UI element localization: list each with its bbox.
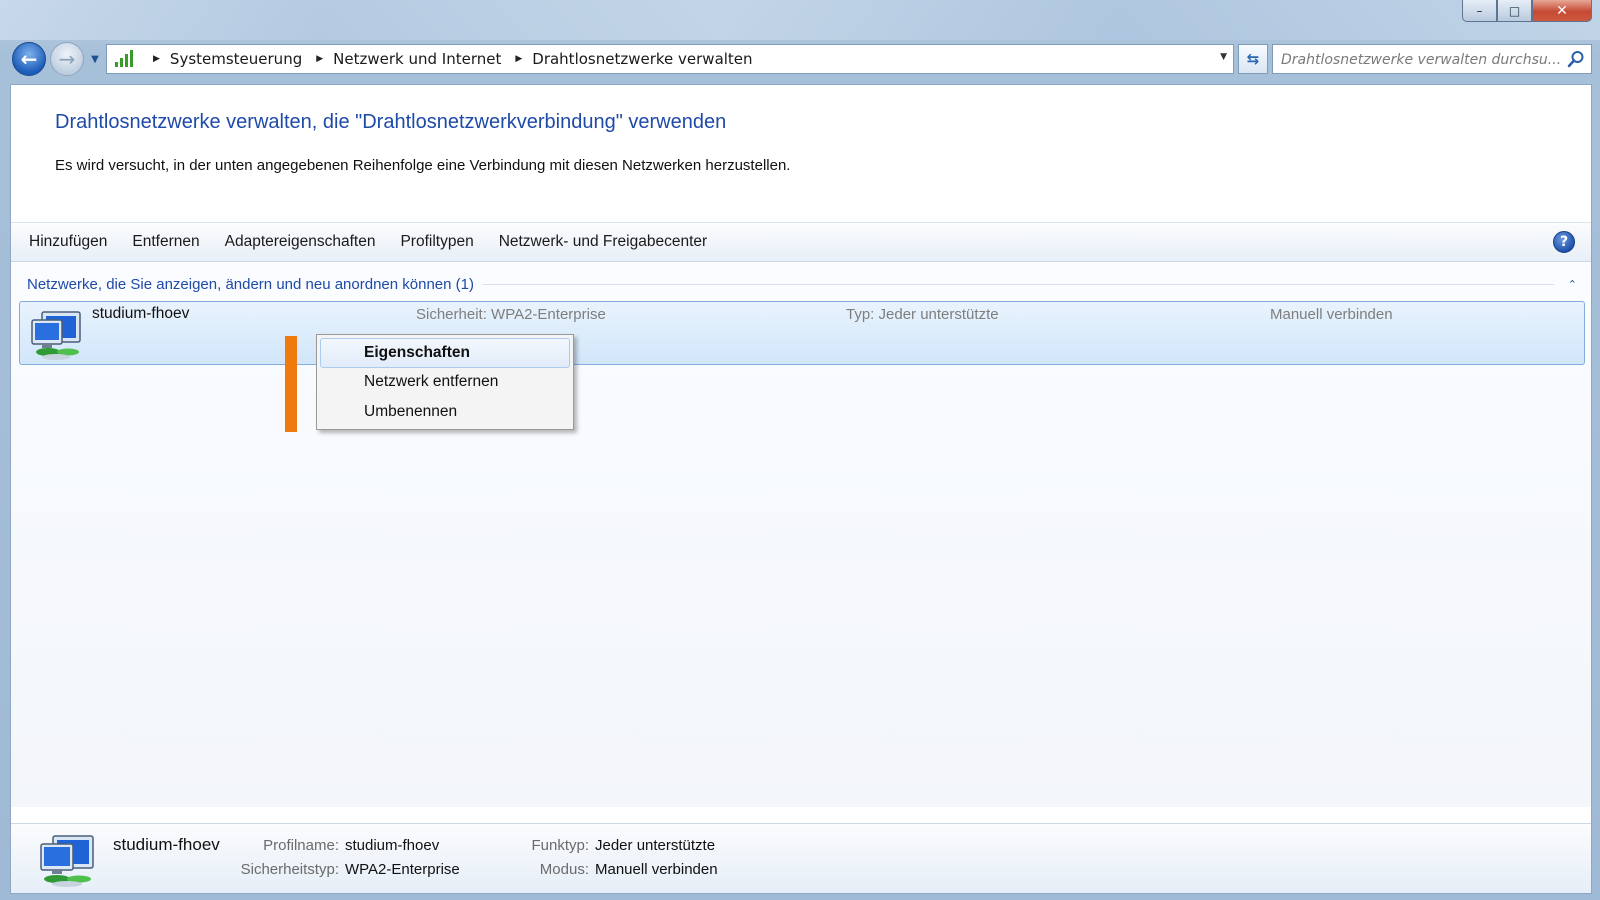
- wireless-signal-icon: [113, 48, 139, 70]
- window-frame: – □ ✕ ← → ▼ ▶ Systemsteuerung ▶ Netzwerk…: [0, 0, 1600, 900]
- network-connect-mode: Manuell verbinden: [1270, 306, 1393, 323]
- remove-button[interactable]: Entfernen: [132, 233, 199, 251]
- funktyp-value: Jeder unterstützte: [595, 837, 716, 854]
- refresh-button[interactable]: ⇆: [1238, 44, 1268, 74]
- breadcrumb-netzwerk-und-internet[interactable]: Netzwerk und Internet: [333, 50, 501, 68]
- details-modus: Modus: Manuell verbinden: [507, 861, 718, 878]
- details-profilname: Profilname: studium-fhoev: [227, 837, 439, 854]
- context-menu: Eigenschaften Netzwerk entfernen Umbenen…: [316, 334, 574, 430]
- arrow-right-icon: →: [58, 47, 76, 71]
- details-sicherheitstyp: Sicherheitstyp: WPA2-Enterprise: [227, 861, 460, 878]
- breadcrumb-separator-icon[interactable]: ▶: [153, 54, 160, 64]
- close-button[interactable]: ✕: [1532, 0, 1592, 22]
- modus-value: Manuell verbinden: [595, 861, 718, 878]
- modus-label: Modus:: [539, 861, 589, 878]
- chevron-down-icon: ▼: [91, 53, 99, 65]
- navigation-bar: ← → ▼ ▶ Systemsteuerung ▶ Netzwerk und I…: [10, 42, 1592, 78]
- sicherheitstyp-value: WPA2-Enterprise: [345, 861, 460, 878]
- group-divider: [481, 283, 1554, 285]
- maximize-button[interactable]: □: [1497, 0, 1532, 22]
- title-bar: [0, 0, 1600, 40]
- menu-item-umbenennen[interactable]: Umbenennen: [320, 398, 570, 428]
- network-list: Netzwerke, die Sie anzeigen, ändern und …: [11, 263, 1591, 807]
- forward-button[interactable]: →: [50, 42, 84, 76]
- command-toolbar: Hinzufügen Entfernen Adaptereigenschafte…: [11, 222, 1591, 262]
- network-sharing-center-button[interactable]: Netzwerk- und Freigabecenter: [499, 233, 708, 251]
- details-pane: studium-fhoev Profilname: studium-fhoev S…: [11, 823, 1591, 893]
- collapse-icon[interactable]: ⌃: [1568, 278, 1577, 291]
- search-icon[interactable]: [1567, 50, 1585, 68]
- group-label: Netzwerke, die Sie anzeigen, ändern und …: [27, 275, 474, 293]
- breadcrumb-separator-icon[interactable]: ▶: [515, 54, 522, 64]
- caption-buttons: – □ ✕: [1462, 0, 1592, 22]
- search-input[interactable]: [1281, 49, 1561, 71]
- group-header[interactable]: Netzwerke, die Sie anzeigen, ändern und …: [27, 273, 1577, 295]
- funktyp-label: Funktyp:: [531, 837, 589, 854]
- back-button[interactable]: ←: [12, 42, 46, 76]
- refresh-icon: ⇆: [1246, 50, 1260, 68]
- highlight-marker: [285, 336, 297, 432]
- profile-types-button[interactable]: Profiltypen: [400, 233, 473, 251]
- network-row-studium-fhoev[interactable]: studium-fhoev Sicherheit: WPA2-Enterpris…: [19, 301, 1585, 365]
- help-icon[interactable]: ?: [1553, 231, 1575, 253]
- address-bar[interactable]: ▶ Systemsteuerung ▶ Netzwerk und Interne…: [106, 44, 1234, 74]
- network-security: Sicherheit: WPA2-Enterprise: [416, 306, 606, 323]
- recent-pages-button[interactable]: ▼: [88, 52, 102, 66]
- details-funktyp: Funktyp: Jeder unterstützte: [507, 837, 715, 854]
- breadcrumb-systemsteuerung[interactable]: Systemsteuerung: [170, 50, 302, 68]
- page-title: Drahtlosnetzwerke verwalten, die "Drahtl…: [55, 111, 727, 133]
- network-name: studium-fhoev: [92, 305, 190, 322]
- profilname-label: Profilname:: [263, 837, 339, 854]
- breadcrumb-drahtlosnetzwerke-verwalten[interactable]: Drahtlosnetzwerke verwalten: [532, 50, 752, 68]
- network-type: Typ: Jeder unterstützte: [846, 306, 999, 323]
- profilname-value: studium-fhoev: [345, 837, 440, 854]
- wireless-network-icon: [40, 835, 94, 887]
- menu-item-netzwerk-entfernen[interactable]: Netzwerk entfernen: [320, 368, 570, 398]
- add-button[interactable]: Hinzufügen: [29, 233, 107, 251]
- breadcrumb-separator-icon[interactable]: ▶: [316, 54, 323, 64]
- content-pane: Drahtlosnetzwerke verwalten, die "Drahtl…: [10, 84, 1592, 894]
- details-network-name: studium-fhoev: [113, 835, 220, 854]
- page-description: Es wird versucht, in der unten angegeben…: [55, 157, 791, 174]
- sicherheitstyp-label: Sicherheitstyp:: [240, 861, 339, 878]
- wireless-network-icon: [31, 311, 81, 360]
- arrow-left-icon: ←: [20, 47, 38, 71]
- search-box[interactable]: [1272, 44, 1592, 74]
- minimize-button[interactable]: –: [1462, 0, 1497, 22]
- address-dropdown-icon[interactable]: ▼: [1220, 52, 1227, 62]
- menu-item-eigenschaften[interactable]: Eigenschaften: [320, 338, 570, 368]
- adapter-properties-button[interactable]: Adaptereigenschaften: [225, 233, 376, 251]
